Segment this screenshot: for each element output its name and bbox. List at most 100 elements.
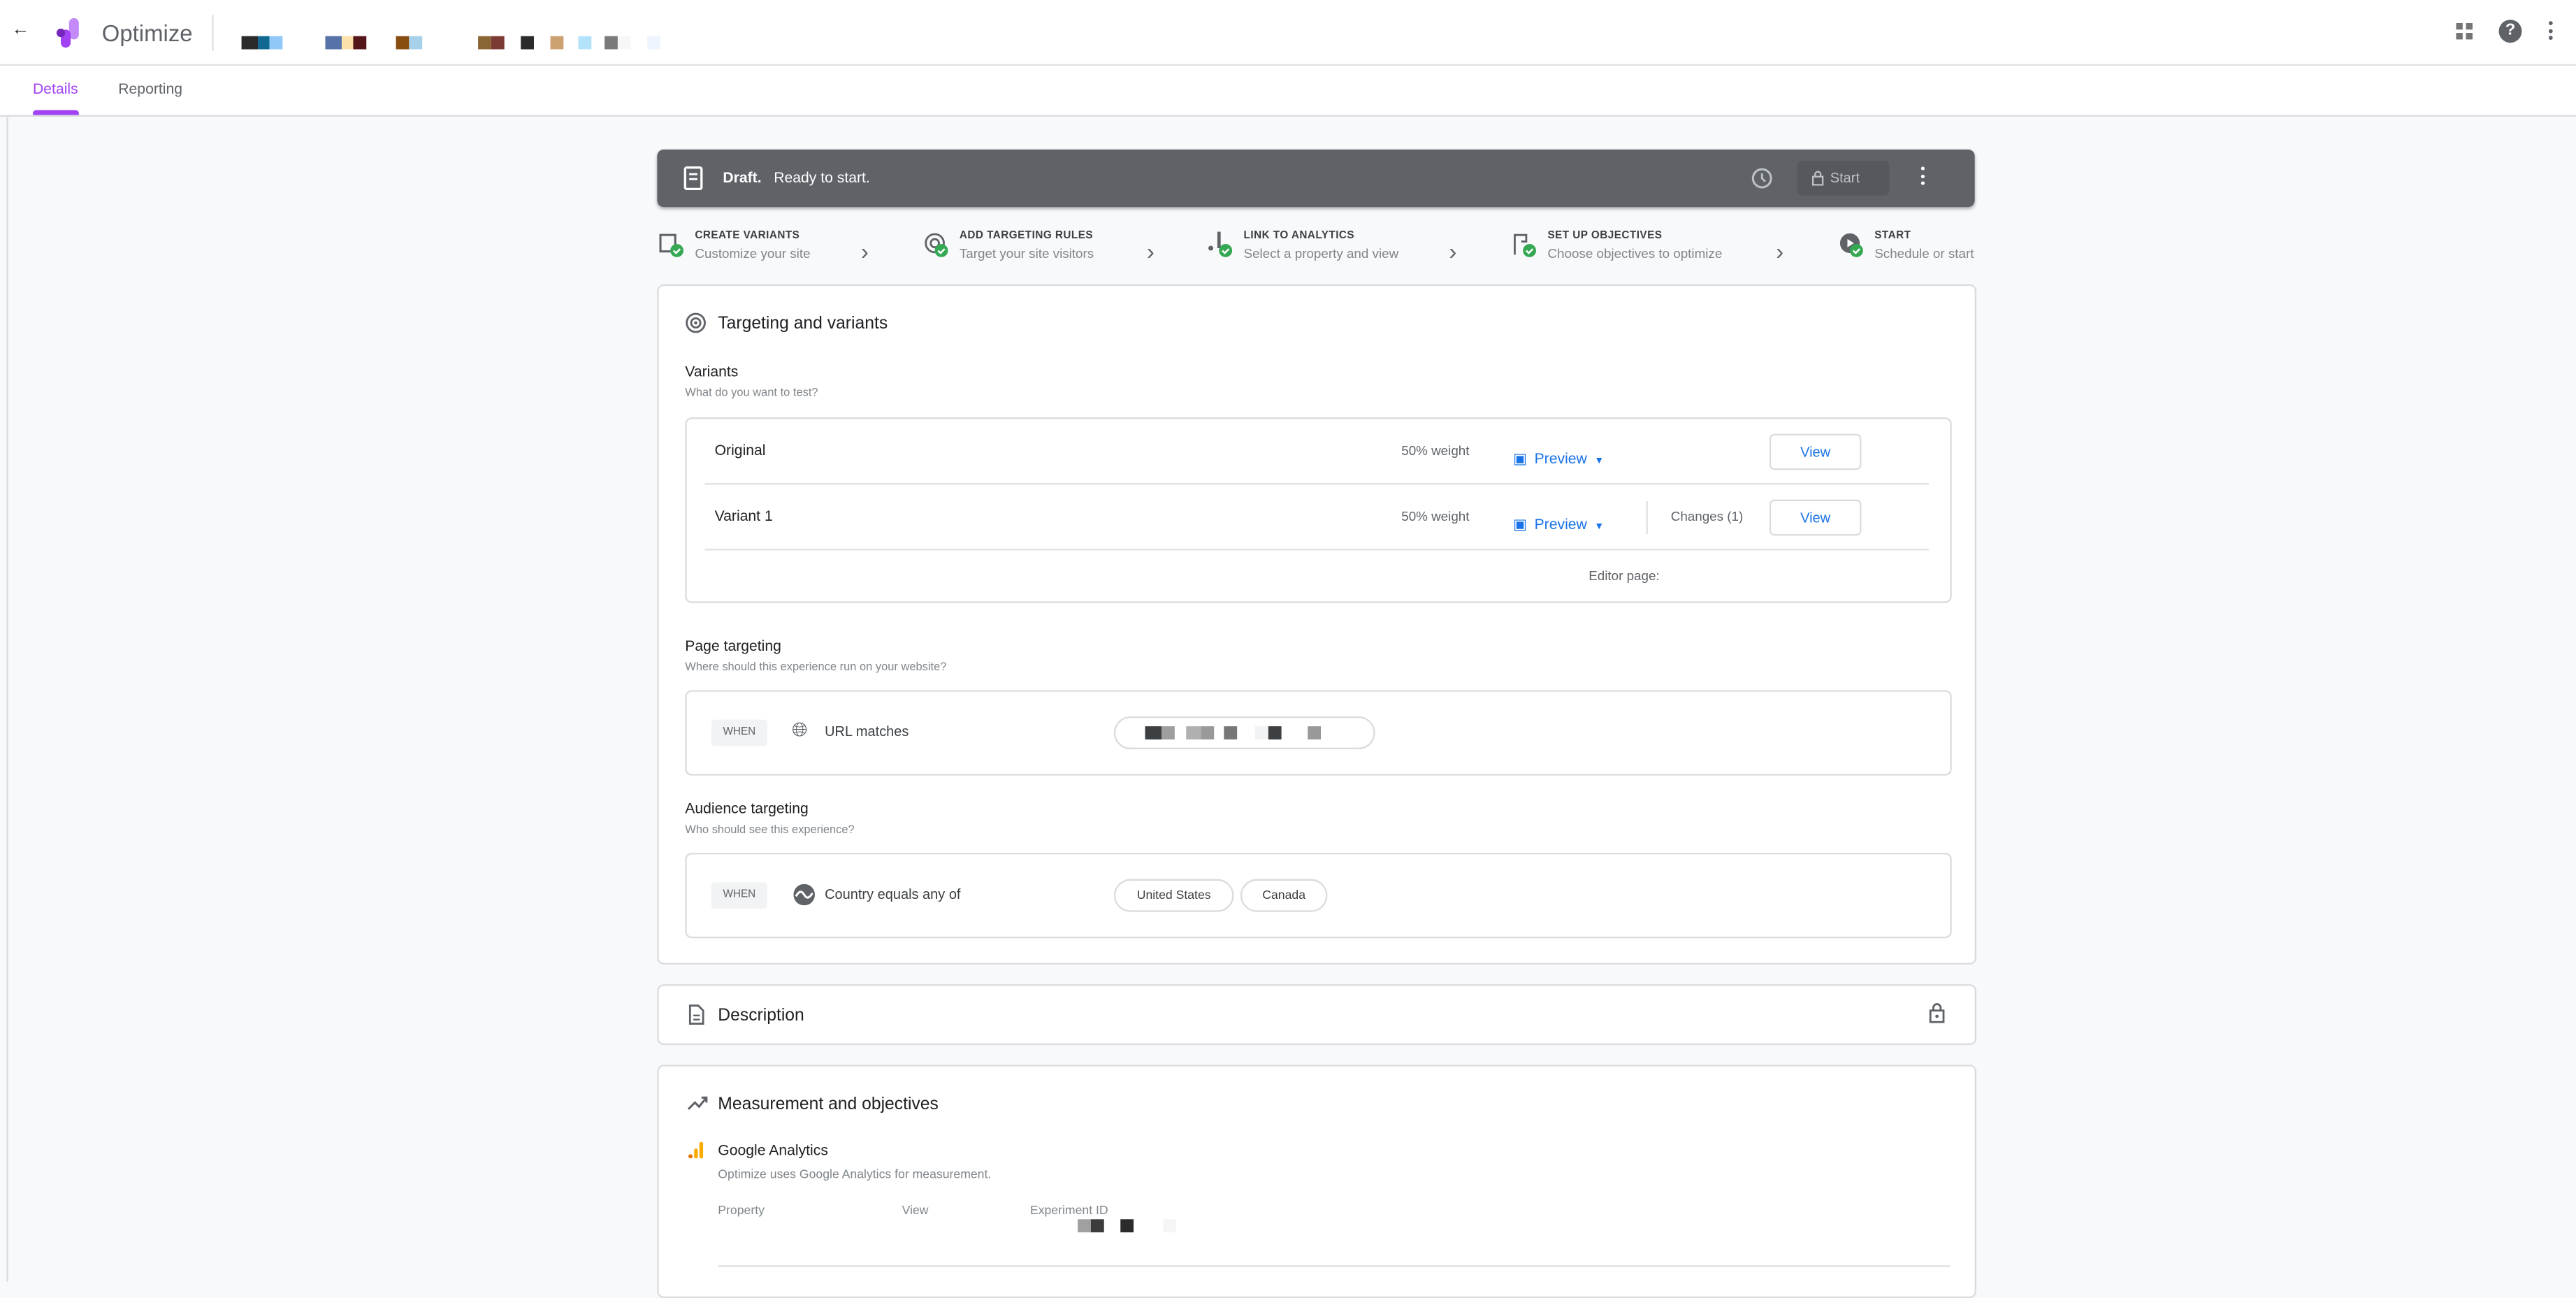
globe-icon: 🌐︎	[792, 718, 808, 742]
page-targeting-subtitle: Where should this experience run on your…	[685, 662, 947, 674]
geo-icon	[793, 884, 815, 906]
url-chip-redacted[interactable]	[1113, 716, 1375, 749]
column-view: View	[902, 1202, 929, 1218]
step-subtitle: Target your site visitors	[959, 246, 1094, 261]
status-bar: Draft. Ready to start. Start • • •	[657, 149, 1975, 208]
status-message: Ready to start.	[774, 169, 870, 186]
column-property: Property	[718, 1202, 765, 1218]
ga-subtitle: Optimize uses Google Analytics for measu…	[718, 1167, 992, 1182]
start-button[interactable]: Start	[1797, 161, 1890, 196]
variant-name: Original	[714, 442, 766, 459]
view-button[interactable]: View	[1769, 433, 1862, 470]
dropdown-arrow-icon: ▼	[1594, 522, 1605, 533]
view-button[interactable]: View	[1769, 499, 1862, 536]
left-edge-line	[6, 0, 8, 1282]
optimize-logo-icon	[56, 17, 79, 48]
app-title: Optimize	[101, 20, 193, 46]
measurement-card: Measurement and objectives Google Analyt…	[657, 1065, 1977, 1298]
variant-weight: 50% weight	[1401, 443, 1470, 459]
google-analytics-icon	[688, 1141, 704, 1159]
chevron-right-icon: ›	[1449, 238, 1457, 265]
targeting-and-variants-card: Targeting and variants Variants What do …	[657, 284, 1977, 965]
app-header: ← Optimize ? • • •	[0, 0, 2576, 66]
step-subtitle: Select a property and view	[1243, 246, 1399, 261]
changes-link[interactable]: Changes (1)	[1671, 510, 1744, 524]
step-subtitle: Schedule or start	[1874, 246, 1974, 261]
column-experiment-id: Experiment ID	[1029, 1202, 1108, 1218]
editor-page-label: Editor page:	[1589, 568, 1660, 584]
step-link-to-analytics[interactable]: LINK TO ANALYTICS Select a property and …	[1208, 230, 1399, 261]
audience-targeting-rule[interactable]: WHEN Country equals any of United States…	[685, 853, 1952, 939]
more-vert-icon[interactable]: • • •	[2548, 16, 2554, 45]
variant-row-variant-1: Variant 1 50% weight ▣ Preview ▼ Changes…	[687, 484, 1951, 550]
header-divider	[212, 15, 214, 51]
variants-subtitle: What do you want to test?	[685, 387, 818, 400]
divider	[1646, 500, 1648, 535]
preview-dropdown[interactable]: ▣ Preview ▼	[1513, 507, 1604, 537]
when-badge: WHEN	[711, 719, 767, 747]
ga-title: Google Analytics	[718, 1141, 828, 1159]
chevron-right-icon: ›	[860, 238, 869, 265]
active-tab-indicator	[33, 110, 79, 115]
start-label: Start	[1830, 169, 1860, 186]
chevron-right-icon: ›	[1776, 238, 1784, 265]
status-state: Draft.	[723, 169, 762, 186]
document-icon	[688, 1004, 704, 1025]
page-targeting-rule[interactable]: WHEN 🌐︎ URL matches	[685, 690, 1952, 776]
step-title: CREATE VARIANTS	[695, 230, 800, 242]
variants-list: Original 50% weight ▣ Preview ▼ View Var…	[685, 417, 1952, 603]
when-badge: WHEN	[711, 882, 767, 909]
tab-bar: Details Reporting	[0, 66, 2576, 117]
step-subtitle: Choose objectives to optimize	[1547, 246, 1723, 261]
tab-reporting[interactable]: Reporting	[118, 80, 182, 97]
lock-icon	[1929, 1003, 1945, 1023]
schedule-clock-icon[interactable]	[1751, 168, 1773, 189]
step-title: ADD TARGETING RULES	[959, 230, 1094, 242]
page-targeting-label: Page targeting	[685, 637, 781, 654]
devices-icon: ▣	[1513, 516, 1528, 533]
audience-targeting-label: Audience targeting	[685, 800, 809, 817]
rule-label: Country equals any of	[825, 886, 961, 902]
targeting-check-icon	[925, 233, 948, 257]
audience-targeting-subtitle: Who should see this experience?	[685, 825, 855, 837]
tab-details[interactable]: Details	[33, 80, 78, 97]
variant-weight: 50% weight	[1401, 509, 1470, 524]
step-start[interactable]: START Schedule or start	[1839, 230, 1974, 261]
rule-label: URL matches	[825, 723, 909, 740]
card-title: Measurement and objectives	[718, 1094, 939, 1114]
divider	[718, 1265, 1951, 1267]
variants-label: Variants	[685, 363, 739, 380]
step-title: START	[1874, 230, 1911, 242]
draft-icon	[683, 166, 703, 190]
variant-row-original: Original 50% weight ▣ Preview ▼ View	[687, 419, 1951, 484]
status-more-icon[interactable]: • • •	[1920, 162, 1927, 189]
create-variants-check-icon	[659, 233, 683, 257]
preview-label: Preview	[1534, 450, 1587, 467]
analytics-check-icon	[1208, 231, 1233, 257]
step-create-variants[interactable]: CREATE VARIANTS Customize your site	[659, 230, 811, 261]
preview-dropdown[interactable]: ▣ Preview ▼	[1513, 442, 1604, 471]
dropdown-arrow-icon: ▼	[1594, 456, 1605, 467]
trending-up-icon	[687, 1096, 708, 1110]
help-icon[interactable]: ?	[2498, 20, 2522, 43]
step-subtitle: Customize your site	[695, 246, 811, 261]
objectives-check-icon	[1514, 233, 1536, 257]
country-chip[interactable]: Canada	[1240, 879, 1328, 912]
lock-icon	[1811, 171, 1824, 186]
step-title: SET UP OBJECTIVES	[1547, 230, 1663, 242]
start-check-icon	[1839, 233, 1863, 257]
back-arrow-icon[interactable]: ←	[11, 20, 29, 39]
card-title: Description	[718, 1005, 804, 1025]
chevron-right-icon: ›	[1146, 238, 1155, 265]
variant-name: Variant 1	[714, 507, 773, 524]
target-icon	[686, 312, 706, 333]
devices-icon: ▣	[1513, 450, 1528, 467]
step-title: LINK TO ANALYTICS	[1243, 230, 1355, 242]
apps-grid-icon[interactable]	[2456, 22, 2474, 41]
step-add-targeting-rules[interactable]: ADD TARGETING RULES Target your site vis…	[925, 230, 1094, 261]
step-set-up-objectives[interactable]: SET UP OBJECTIVES Choose objectives to o…	[1514, 230, 1723, 261]
divider	[704, 549, 1929, 551]
description-card[interactable]: Description	[657, 984, 1977, 1046]
card-title: Targeting and variants	[718, 314, 888, 334]
country-chip[interactable]: United States	[1113, 879, 1234, 912]
